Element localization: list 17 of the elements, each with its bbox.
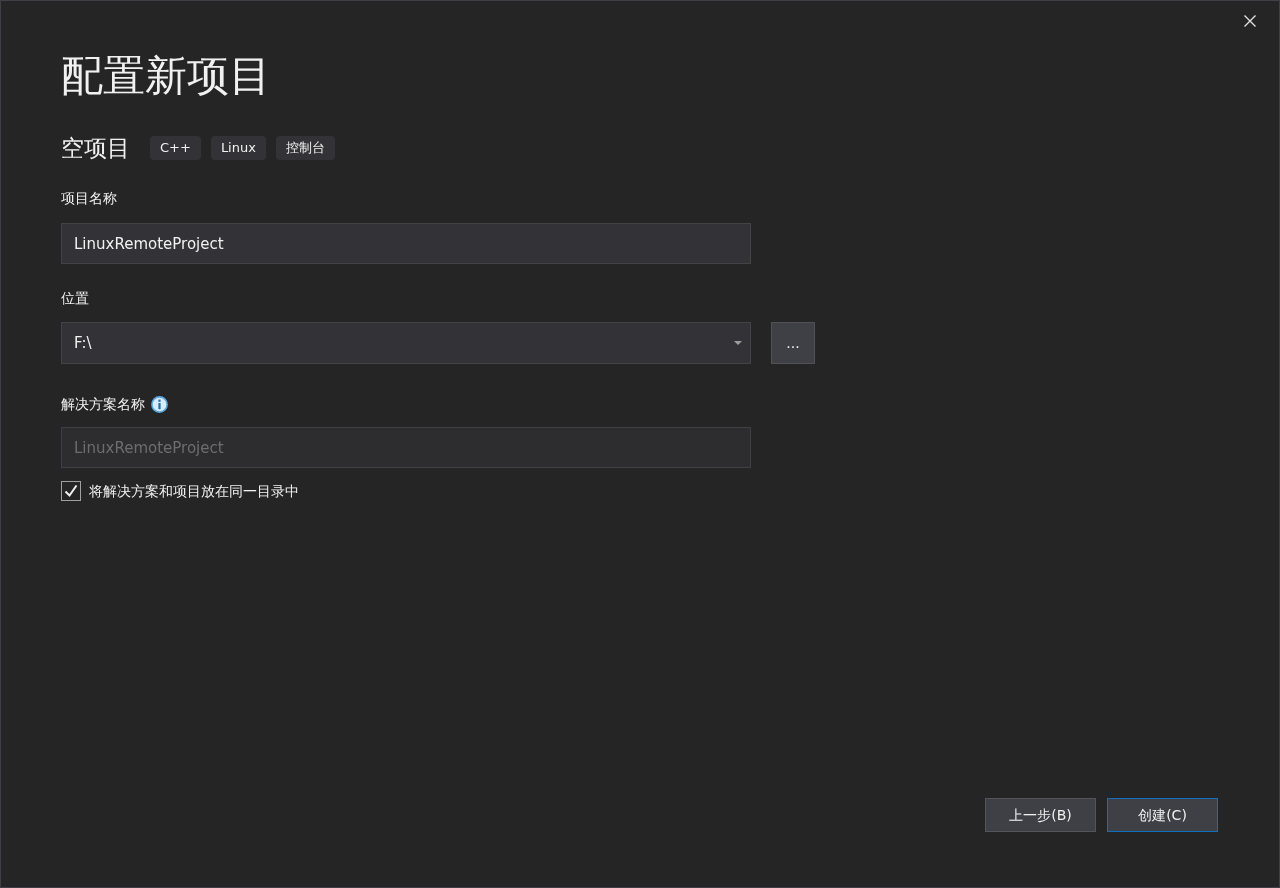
caret-icon (734, 341, 742, 345)
text-field[interactable]: LinuxRemoteProject (61, 223, 751, 264)
field-label: 解决方案名称 (61, 395, 145, 414)
create-button[interactable]: 创建(C) (1107, 798, 1218, 832)
back-button[interactable]: 上一步(B) (985, 798, 1096, 832)
browse-button[interactable]: ... (771, 322, 815, 364)
checkbox-label: 将解决方案和项目放在同一目录中 (89, 482, 299, 501)
template-tag: C++ (150, 136, 201, 160)
close-icon (1244, 15, 1256, 27)
dialog-title: 配置新项目 (61, 50, 271, 102)
field-label: 位置 (61, 289, 89, 308)
location-dropdown[interactable]: F:\ (61, 322, 751, 364)
template-name: 空项目 (61, 135, 130, 161)
template-tag: Linux (210, 136, 266, 160)
checkbox[interactable] (61, 481, 81, 501)
template-tag: 控制台 (275, 136, 335, 160)
field-label: 项目名称 (61, 189, 117, 208)
